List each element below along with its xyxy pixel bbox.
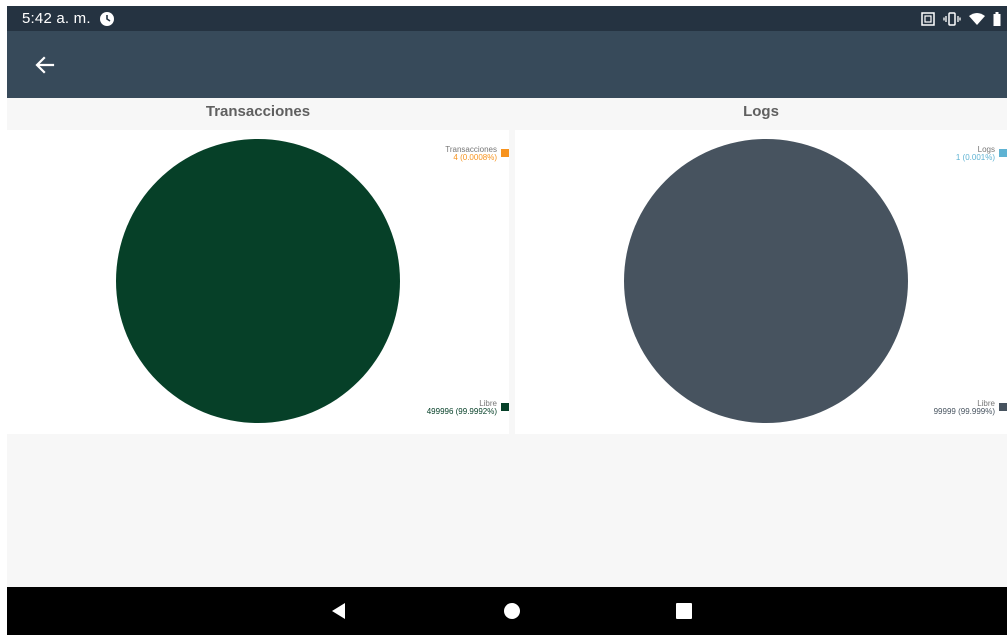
navigation-bar [7, 587, 1007, 635]
chart-title-logs: Logs [743, 103, 779, 120]
chart-title-transacciones: Transacciones [205, 103, 311, 120]
status-time: 5:42 a. m. [22, 10, 91, 27]
legend-value: 1 (0.001%) [955, 153, 995, 162]
screenshot-icon [921, 12, 935, 26]
legend-entry-libre: Libre 99999 (99.999%) [933, 400, 1007, 416]
nav-home-icon[interactable] [503, 602, 521, 620]
battery-icon [993, 12, 1001, 26]
chart-card-logs: Logs 1 (0.001%) Libre 99999 (99.999%) [515, 130, 1007, 434]
legend-entry-transacciones: Transacciones 4 (0.0008%) [445, 146, 509, 162]
legend-value: 4 (0.0008%) [453, 153, 497, 162]
status-icons [921, 11, 1001, 27]
pie-chart-logs [624, 139, 908, 423]
legend-swatch [501, 149, 509, 157]
legend-value: 499996 (99.9992%) [426, 407, 497, 416]
vibrate-icon [943, 12, 961, 26]
legend-swatch [501, 403, 509, 411]
legend-swatch [999, 403, 1007, 411]
nav-back-icon[interactable] [330, 602, 348, 620]
app-bar [7, 31, 1007, 98]
pie-chart-transacciones [116, 139, 400, 423]
content-area: Transacciones Transacciones 4 (0.0008%) … [7, 98, 1007, 587]
chart-card-transacciones: Transacciones 4 (0.0008%) Libre 499996 (… [7, 130, 509, 434]
arrow-back-icon[interactable] [31, 51, 59, 79]
pie-slice-libre[interactable] [116, 139, 400, 423]
alarm-clock-icon [100, 12, 114, 26]
wifi-icon [969, 13, 985, 25]
pie-slice-libre[interactable] [624, 139, 908, 423]
legend-entry-logs: Logs 1 (0.001%) [955, 146, 1007, 162]
nav-recents-icon[interactable] [675, 602, 693, 620]
legend-swatch [999, 149, 1007, 157]
legend-entry-libre: Libre 499996 (99.9992%) [426, 400, 509, 416]
legend-value: 99999 (99.999%) [933, 407, 995, 416]
status-bar: 5:42 a. m. [7, 6, 1007, 31]
